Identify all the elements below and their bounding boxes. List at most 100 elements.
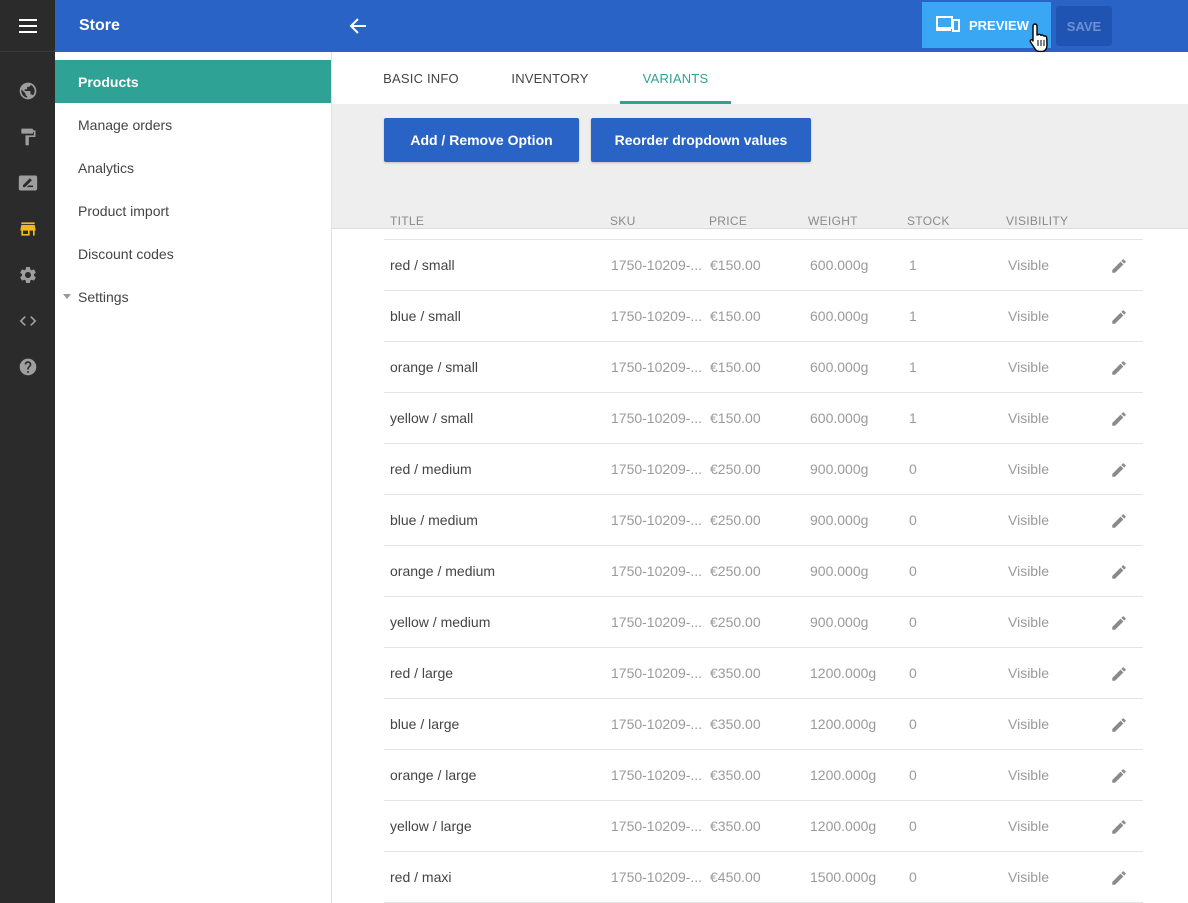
- variant-price: €150.00: [710, 359, 761, 375]
- variant-stock: 0: [909, 869, 917, 885]
- table-row[interactable]: orange / large 1750-10209-... €350.00 1200.…: [384, 750, 1143, 801]
- sidebar-item-settings[interactable]: Settings: [55, 275, 331, 318]
- icon-rail: [0, 0, 55, 903]
- variant-title: red / maxi: [390, 869, 452, 885]
- pencil-icon[interactable]: [1108, 765, 1130, 787]
- variant-sku: 1750-10209-...: [611, 614, 703, 630]
- variant-visibility: Visible: [1008, 461, 1049, 477]
- variant-weight: 1200.000g: [810, 818, 877, 834]
- sidebar-item-label: Product import: [78, 202, 170, 219]
- reorder-dropdown-values-button[interactable]: Reorder dropdown values: [591, 118, 811, 162]
- variant-title: yellow / large: [390, 818, 472, 834]
- table-row[interactable]: blue / medium 1750-10209-... €250.00 900.00…: [384, 495, 1143, 546]
- pencil-icon[interactable]: [1108, 561, 1130, 583]
- variant-weight: 600.000g: [810, 410, 869, 426]
- variant-price: €350.00: [710, 665, 761, 681]
- variant-visibility: Visible: [1008, 512, 1049, 528]
- table-row[interactable]: blue / large 1750-10209-... €350.00 1200.00…: [384, 699, 1143, 750]
- tab-variants[interactable]: VARIANTS: [620, 52, 731, 104]
- variant-stock: 0: [909, 461, 917, 477]
- pencil-icon[interactable]: [1108, 306, 1130, 328]
- variant-weight: 1200.000g: [810, 716, 877, 732]
- variant-title: red / large: [390, 665, 454, 681]
- pencil-icon[interactable]: [1108, 714, 1130, 736]
- variant-stock: 0: [909, 614, 917, 630]
- variant-stock: 0: [909, 563, 917, 579]
- sidebar-item-analytics[interactable]: Analytics: [55, 146, 331, 189]
- table-row[interactable]: orange / small 1750-10209-... €150.00 600.0…: [384, 342, 1143, 393]
- tab-basic-info[interactable]: BASIC INFO: [369, 52, 473, 104]
- variant-sku: 1750-10209-...: [611, 359, 703, 375]
- pencil-icon[interactable]: [1108, 816, 1130, 838]
- help-icon[interactable]: [0, 347, 55, 387]
- add-remove-option-button[interactable]: Add / Remove Option: [384, 118, 579, 162]
- column-header-title: TITLE: [390, 214, 425, 228]
- pencil-icon[interactable]: [1108, 357, 1130, 379]
- variant-stock: 0: [909, 665, 917, 681]
- column-header-weight: WEIGHT: [808, 214, 858, 228]
- sidebar-item-manage-orders[interactable]: Manage orders: [55, 103, 331, 146]
- variant-visibility: Visible: [1008, 716, 1049, 732]
- edit-note-icon[interactable]: [0, 163, 55, 203]
- tab-inventory[interactable]: INVENTORY: [497, 52, 603, 104]
- table-row[interactable]: yellow / medium 1750-10209-... €250.00 900.…: [384, 597, 1143, 648]
- variant-sku: 1750-10209-...: [611, 308, 703, 324]
- table-row[interactable]: red / maxi 1750-10209-... €450.00 1500.000g…: [384, 852, 1143, 903]
- variant-title: orange / small: [390, 359, 478, 375]
- variant-weight: 900.000g: [810, 461, 869, 477]
- save-button[interactable]: SAVE: [1056, 6, 1112, 46]
- back-arrow-icon[interactable]: [345, 14, 371, 38]
- caret-down-icon: [63, 294, 71, 299]
- pencil-icon[interactable]: [1108, 459, 1130, 481]
- column-header-sku: SKU: [610, 214, 636, 228]
- variant-visibility: Visible: [1008, 665, 1049, 681]
- variant-visibility: Visible: [1008, 614, 1049, 630]
- variant-weight: 600.000g: [810, 257, 869, 273]
- table-row[interactable]: red / medium 1750-10209-... €250.00 900.000…: [384, 444, 1143, 495]
- pencil-icon[interactable]: [1108, 867, 1130, 889]
- variant-sku: 1750-10209-...: [611, 818, 703, 834]
- column-header-stock: STOCK: [907, 214, 950, 228]
- sidebar-item-products[interactable]: Products: [55, 60, 331, 103]
- paint-roller-icon[interactable]: [0, 117, 55, 157]
- table-row[interactable]: red / small 1750-10209-... €150.00 600.000g…: [384, 240, 1143, 291]
- variant-visibility: Visible: [1008, 410, 1049, 426]
- variant-title: orange / medium: [390, 563, 496, 579]
- pencil-icon[interactable]: [1108, 408, 1130, 430]
- table-row[interactable]: yellow / large 1750-10209-... €350.00 1200.…: [384, 801, 1143, 852]
- sidebar-item-product-import[interactable]: Product import: [55, 189, 331, 232]
- sidebar-item-label: Products: [78, 73, 139, 90]
- sidebar-item-discount-codes[interactable]: Discount codes: [55, 232, 331, 275]
- tab-bar: BASIC INFO INVENTORY VARIANTS: [332, 52, 1188, 104]
- menu-icon[interactable]: [0, 0, 55, 52]
- store-icon[interactable]: [0, 209, 55, 249]
- variant-price: €250.00: [710, 461, 761, 477]
- variant-sku: 1750-10209-...: [611, 257, 703, 273]
- variant-visibility: Visible: [1008, 563, 1049, 579]
- variant-stock: 1: [909, 308, 917, 324]
- gear-icon[interactable]: [0, 255, 55, 295]
- pencil-icon[interactable]: [1108, 612, 1130, 634]
- variant-stock: 0: [909, 818, 917, 834]
- variant-sku: 1750-10209-...: [611, 410, 703, 426]
- table-row[interactable]: blue / small 1750-10209-... €150.00 600.000…: [384, 291, 1143, 342]
- variant-weight: 600.000g: [810, 308, 869, 324]
- variant-sku: 1750-10209-...: [611, 461, 703, 477]
- globe-icon[interactable]: [0, 71, 55, 111]
- pencil-icon[interactable]: [1108, 510, 1130, 532]
- table-row[interactable]: red / large 1750-10209-... €350.00 1200.000…: [384, 648, 1143, 699]
- table-row[interactable]: orange / medium 1750-10209-... €250.00 900.…: [384, 546, 1143, 597]
- sidebar-item-label: Manage orders: [78, 116, 173, 133]
- variant-sku: 1750-10209-...: [611, 512, 703, 528]
- variant-price: €350.00: [710, 716, 761, 732]
- top-bar: Store PREVIEW SAVE: [55, 0, 1188, 53]
- sidebar-item-label: Discount codes: [78, 245, 174, 262]
- pencil-icon[interactable]: [1108, 255, 1130, 277]
- code-icon[interactable]: [0, 301, 55, 341]
- table-row[interactable]: yellow / small 1750-10209-... €150.00 600.0…: [384, 393, 1143, 444]
- pencil-icon[interactable]: [1108, 663, 1130, 685]
- variant-sku: 1750-10209-...: [611, 563, 703, 579]
- variant-stock: 0: [909, 512, 917, 528]
- variant-sku: 1750-10209-...: [611, 665, 703, 681]
- variant-visibility: Visible: [1008, 767, 1049, 783]
